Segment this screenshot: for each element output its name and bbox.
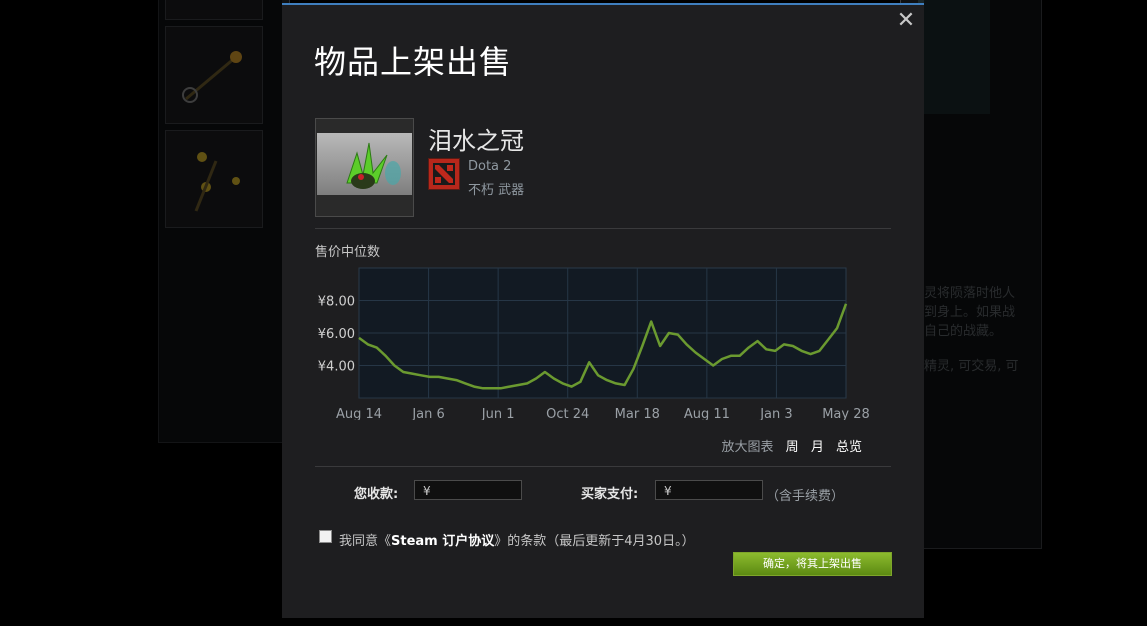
fee-note: （含手续费） [766, 489, 845, 504]
item-name: 泪水之冠 [428, 127, 524, 155]
divider [315, 228, 891, 229]
zoom-week[interactable]: 周 [786, 440, 799, 455]
zoom-month[interactable]: 月 [811, 440, 824, 455]
receive-price-input[interactable]: ¥ [414, 480, 522, 500]
y-tick-label: ¥8.00 [318, 295, 355, 310]
receive-label: 您收款: [354, 487, 399, 502]
x-tick-label: Mar 18 [615, 407, 660, 420]
item-image [317, 133, 412, 195]
sell-item-dialog: ✕ 物品上架出售 泪水之冠 Dota 2 不朽 武器 售价中位数 ¥8.00 ¥6… [282, 3, 924, 618]
agree-checkbox[interactable] [319, 530, 332, 543]
game-name: Dota 2 [468, 159, 512, 174]
overlay [924, 0, 1147, 626]
subscriber-agreement-link[interactable]: Steam 订户协议 [391, 534, 494, 549]
x-tick-label: Aug 14 [336, 407, 382, 420]
x-tick-label: Jan 6 [411, 407, 444, 420]
zoom-label: 放大图表 [721, 440, 774, 455]
x-tick-label: May 28 [822, 407, 870, 420]
chart-title: 售价中位数 [315, 245, 381, 260]
agree-suffix: 》的条款（最后更新于4月30日。） [494, 534, 695, 549]
agree-text: 我同意《Steam 订户协议》的条款（最后更新于4月30日。） [339, 530, 695, 549]
y-tick-label: ¥6.00 [318, 327, 355, 342]
item-type: 不朽 武器 [468, 183, 525, 198]
dialog-title: 物品上架出售 [314, 43, 513, 81]
item-image-frame [315, 118, 414, 217]
y-tick-label: ¥4.00 [318, 360, 355, 375]
overlay [0, 0, 282, 626]
price-history-chart[interactable]: ¥8.00 ¥6.00 ¥4.00 Aug 14 Jan 6 Jun 1 Oct 24 Mar… [315, 260, 891, 420]
close-icon[interactable]: ✕ [896, 10, 916, 32]
x-tick-label: Jun 1 [481, 407, 515, 420]
buyer-pays-input[interactable]: ¥ [655, 480, 763, 500]
x-tick-label: Jan 3 [759, 407, 792, 420]
zoom-controls: 放大图表 周 月 总览 [722, 436, 862, 455]
zoom-all[interactable]: 总览 [836, 440, 862, 455]
buyer-pays-label: 买家支付: [581, 487, 639, 502]
confirm-sell-button[interactable]: 确定，将其上架出售 [733, 552, 892, 576]
divider [315, 466, 891, 467]
dota2-icon [428, 158, 460, 190]
agree-prefix: 我同意《 [339, 534, 392, 549]
x-tick-label: Aug 11 [684, 407, 730, 420]
x-tick-label: Oct 24 [546, 407, 589, 420]
